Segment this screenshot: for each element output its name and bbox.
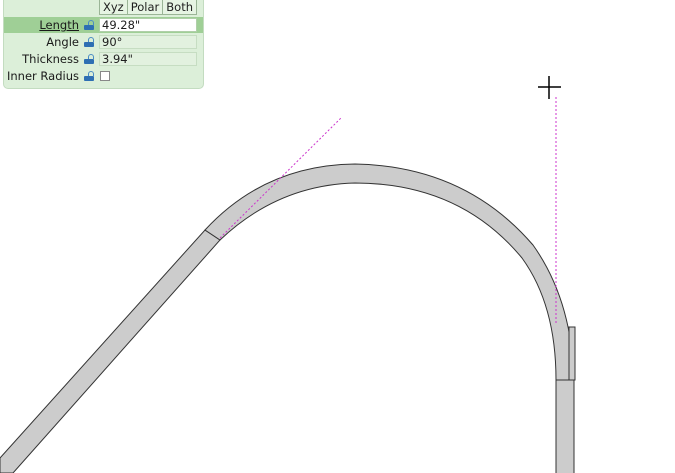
lock-icon[interactable] bbox=[84, 20, 94, 30]
length-label: Length bbox=[39, 18, 79, 32]
lock-icon[interactable] bbox=[84, 37, 94, 47]
dimension-input-panel: Xyz Polar Both Length 49.28" Angle 90° T… bbox=[3, 0, 204, 89]
thickness-row: Thickness 3.94" bbox=[4, 51, 203, 67]
crosshair-cursor-icon bbox=[538, 76, 561, 99]
inner-radius-row: Inner Radius bbox=[4, 68, 203, 84]
lock-icon[interactable] bbox=[84, 71, 94, 81]
angle-field[interactable]: 90° bbox=[99, 35, 197, 49]
arc-wall-segment[interactable] bbox=[204, 163, 575, 381]
length-field[interactable]: 49.28" bbox=[99, 18, 197, 32]
coordinate-mode-tabs: Xyz Polar Both bbox=[99, 0, 197, 15]
straight-wall-segment[interactable] bbox=[0, 229, 221, 473]
inner-radius-label: Inner Radius bbox=[7, 69, 79, 83]
vertical-wall-segment[interactable] bbox=[555, 379, 575, 473]
tab-both[interactable]: Both bbox=[163, 0, 197, 15]
thickness-field[interactable]: 3.94" bbox=[99, 52, 197, 66]
angle-row: Angle 90° bbox=[4, 34, 203, 50]
lock-icon[interactable] bbox=[84, 54, 94, 64]
wall-end-cap bbox=[568, 326, 576, 381]
inner-radius-checkbox[interactable] bbox=[100, 71, 110, 81]
length-row: Length 49.28" bbox=[4, 17, 203, 33]
tab-xyz[interactable]: Xyz bbox=[99, 0, 128, 15]
angle-label: Angle bbox=[46, 35, 79, 49]
tab-polar[interactable]: Polar bbox=[127, 0, 164, 15]
thickness-label: Thickness bbox=[22, 52, 79, 66]
